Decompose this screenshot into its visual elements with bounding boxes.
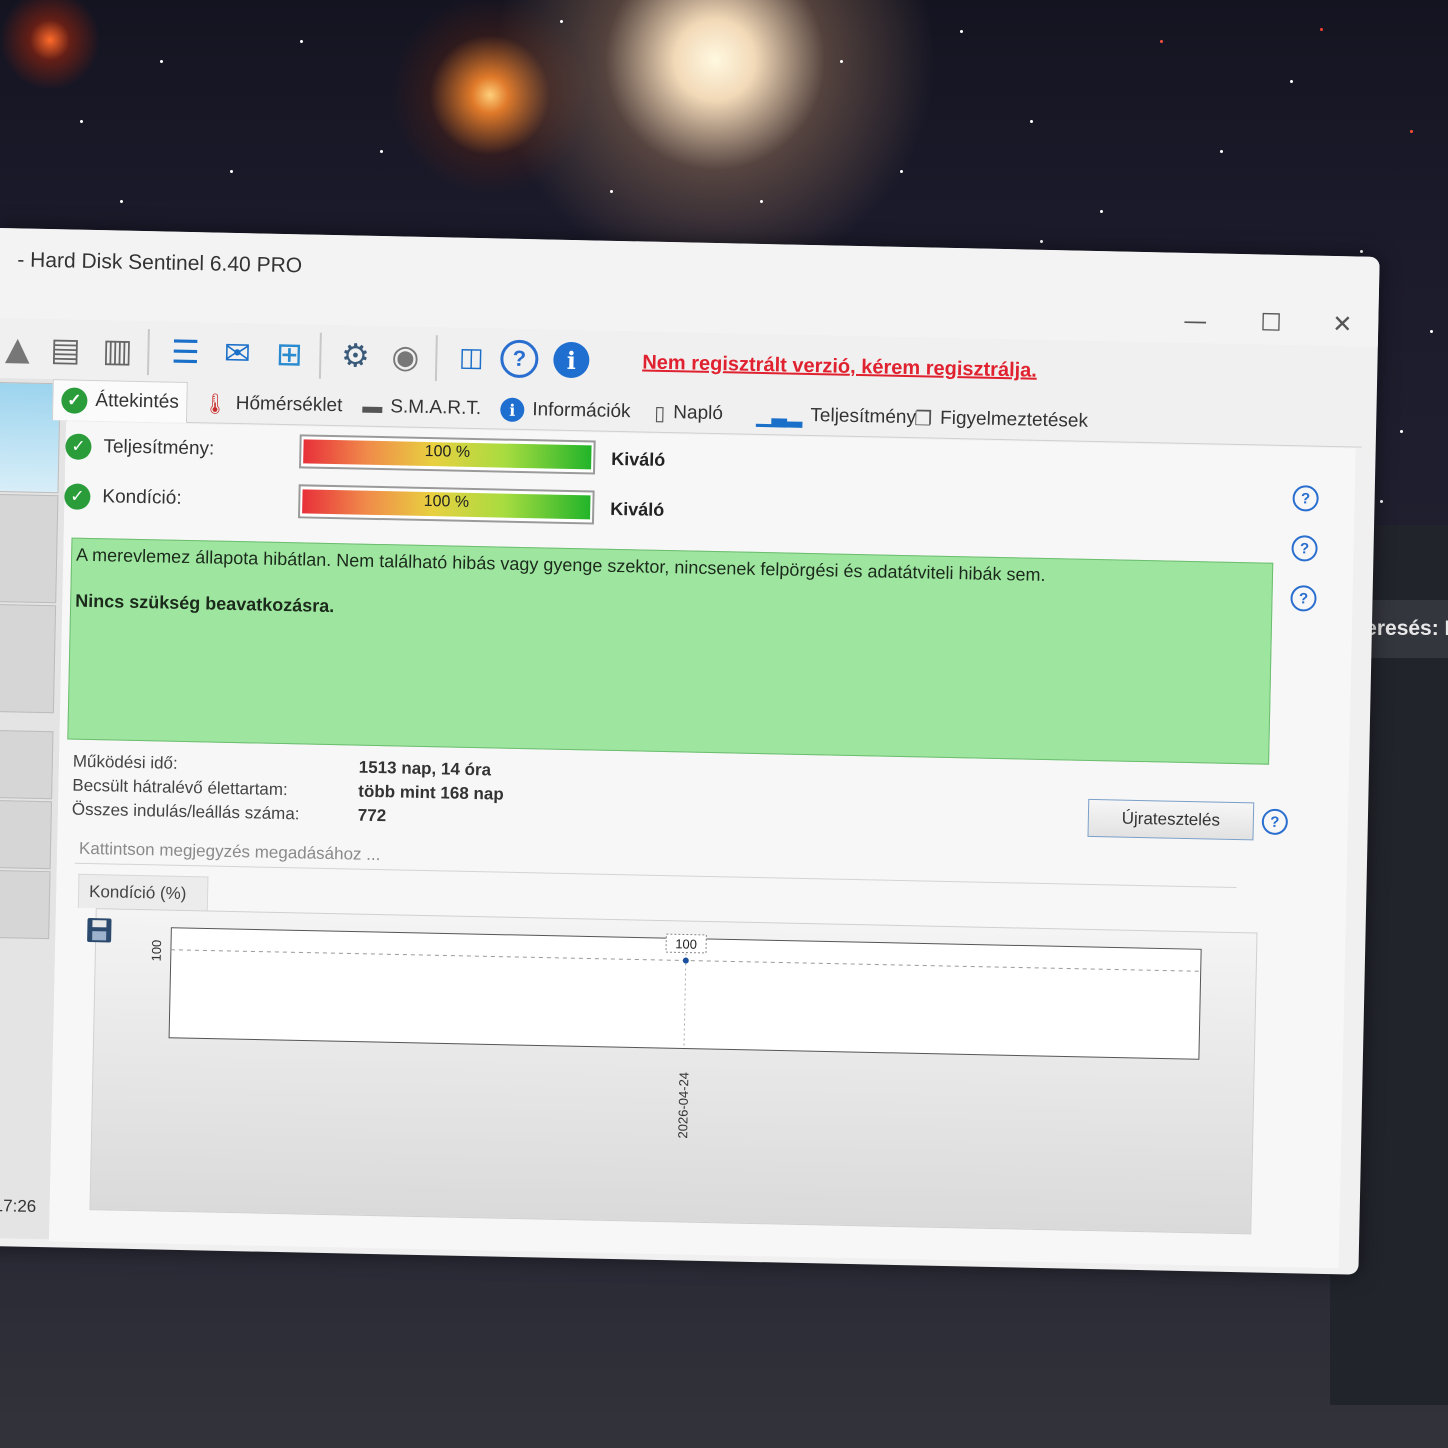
alerts-icon: ❐ — [913, 407, 933, 431]
settings-icon[interactable]: ⚙ — [335, 335, 376, 376]
help-icon[interactable]: ? — [1292, 485, 1319, 512]
network-icon[interactable]: ⊞ — [269, 334, 310, 375]
power-on-value: 1513 nap, 14 óra — [358, 757, 492, 780]
chart-tab-health[interactable]: Kondíció (%) — [77, 873, 209, 911]
stats-block: Működési idő: 1513 nap, 14 óra Becsült h… — [72, 752, 673, 826]
screenshot-icon[interactable]: ◫ — [451, 337, 492, 378]
performance-label: Teljesítmény: — [103, 436, 215, 460]
help-icon[interactable]: ? — [1261, 808, 1289, 836]
status-action: Nincs szükség beavatkozásra. — [75, 590, 335, 617]
tab-smart[interactable]: ▬ S.M.A.R.T. — [362, 390, 481, 426]
thermometer-icon: 🌡 — [202, 392, 228, 416]
disk-list-item[interactable] — [0, 799, 53, 870]
help-icon[interactable]: ? — [499, 338, 540, 379]
smart-icon: ▬ — [362, 395, 383, 418]
close-button[interactable]: ✕ — [1332, 310, 1353, 338]
health-rating: Kiváló — [610, 498, 665, 520]
y-tick-label: 100 — [149, 940, 164, 962]
health-row: ✓ Kondíció: 100 % Kiváló — [64, 479, 765, 534]
performance-row: ✓ Teljesítmény: 100 % Kiváló — [65, 429, 766, 484]
tab-log[interactable]: ▯ Napló — [654, 396, 723, 431]
toolbar-separator — [434, 335, 438, 382]
overview-panel: ✓ Teljesítmény: 100 % Kiváló ✓ Kondíció:… — [48, 421, 1356, 1269]
health-label: Kondíció: — [102, 486, 182, 509]
app-window: - Hard Disk Sentinel 6.40 PRO — ☐ ✕ ▲ ▤ … — [0, 228, 1380, 1275]
info-icon[interactable]: i — [551, 340, 592, 381]
status-description: A merevlemez állapota hibátlan. Nem talá… — [75, 544, 1046, 585]
tab-information[interactable]: i Információk — [500, 393, 631, 430]
disk-list-item[interactable] — [0, 729, 54, 800]
minimize-button[interactable]: — — [1183, 307, 1208, 335]
drives-icon[interactable]: ▤ — [45, 329, 86, 370]
help-icon[interactable]: ? — [1291, 535, 1318, 562]
maximize-button[interactable]: ☐ — [1260, 308, 1282, 336]
performance-icon: ▁▃▂ — [756, 404, 803, 428]
check-icon: ✓ — [65, 433, 92, 460]
disk-list-item[interactable] — [0, 869, 51, 940]
email-icon[interactable]: ✉ — [217, 333, 258, 374]
window-title: - Hard Disk Sentinel 6.40 PRO — [17, 248, 303, 278]
help-icon[interactable]: ? — [1290, 585, 1317, 612]
start-stop-label: Összes indulás/leállás száma: — [71, 799, 300, 824]
register-link[interactable]: Nem regisztrált verzió, kérem regisztrál… — [642, 351, 1037, 382]
disk-list-item[interactable] — [0, 603, 57, 714]
performance-bar: 100 % — [299, 434, 596, 475]
toolbar-separator — [318, 332, 322, 379]
report-icon[interactable]: ☰ — [165, 331, 206, 372]
data-label: 100 — [675, 936, 697, 951]
note-input[interactable] — [74, 833, 1238, 889]
performance-rating: Kiváló — [611, 448, 666, 470]
status-box: A merevlemez állapota hibátlan. Nem talá… — [67, 537, 1274, 765]
status-clock: 2:17:26 — [0, 1195, 37, 1216]
x-tick-label: 2026-04-24 — [675, 1072, 691, 1139]
eject-icon[interactable]: ▲ — [0, 328, 38, 369]
computer-icon[interactable]: ▥ — [97, 330, 138, 371]
health-chart: 100 100 2026-04-24 — [149, 927, 1202, 1139]
check-icon: ✓ — [64, 483, 91, 510]
tab-alerts[interactable]: ❐ Figyelmeztetések — [914, 401, 1088, 439]
lifetime-label: Becsült hátralévő élettartam: — [72, 775, 288, 800]
tab-performance[interactable]: ▁▃▂ Teljesítmény — [756, 398, 916, 435]
info-icon: i — [500, 397, 525, 423]
health-bar: 100 % — [297, 484, 595, 525]
sound-icon[interactable]: ◉ — [385, 336, 426, 377]
start-stop-value: 772 — [357, 805, 387, 826]
retest-button[interactable]: Újratesztelés — [1087, 798, 1255, 841]
tab-temperature[interactable]: 🌡 Hőmérséklet — [202, 386, 343, 423]
toolbar-separator — [146, 329, 150, 376]
power-on-label: Működési idő: — [72, 751, 178, 773]
check-icon: ✓ — [61, 387, 88, 414]
disk-list-item[interactable] — [0, 493, 59, 604]
tab-overview[interactable]: ✓ Áttekintés — [51, 379, 189, 423]
log-icon: ▯ — [654, 402, 666, 425]
lifetime-value: több mint 168 nap — [358, 781, 504, 804]
